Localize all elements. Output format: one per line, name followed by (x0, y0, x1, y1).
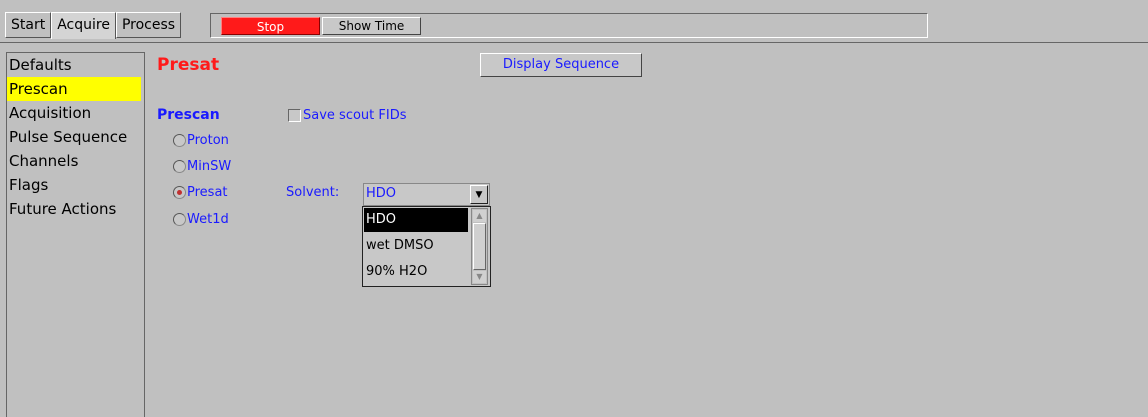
tab-start[interactable]: Start (5, 12, 52, 38)
tab-process[interactable]: Process (115, 12, 182, 38)
show-time-button[interactable]: Show Time (322, 17, 421, 35)
tab-acquire[interactable]: Acquire (51, 12, 116, 39)
save-scout-checkbox[interactable] (288, 109, 301, 122)
radio-wet1d[interactable]: Wet1d (173, 212, 229, 227)
sidebar-item-prescan[interactable]: Prescan (7, 77, 141, 101)
display-sequence-button[interactable]: Display Sequence (480, 53, 642, 77)
main-tabs: Start Acquire Process (5, 12, 182, 39)
radio-proton-icon[interactable] (173, 134, 186, 147)
sidebar-item-future-actions[interactable]: Future Actions (7, 197, 144, 221)
scroll-up-icon[interactable]: ▲ (473, 210, 486, 222)
top-bar: Start Acquire Process Stop Show Time (0, 0, 1148, 42)
radio-label: Wet1d (187, 212, 229, 227)
prescan-heading: Prescan (157, 107, 220, 123)
dropdown-option-wet-dmso[interactable]: wet DMSO (364, 234, 468, 258)
solvent-label: Solvent: (286, 185, 340, 200)
radio-presat-icon[interactable] (173, 186, 186, 199)
toolbar-strip: Stop Show Time (210, 13, 928, 38)
radio-wet1d-icon[interactable] (173, 213, 186, 226)
save-scout-label: Save scout FIDs (303, 108, 407, 123)
page-title: Presat (157, 55, 220, 75)
solvent-select-value: HDO (366, 186, 397, 201)
radio-label: MinSW (187, 159, 232, 174)
radio-minsw[interactable]: MinSW (173, 159, 231, 174)
scroll-thumb[interactable] (473, 223, 486, 270)
divider (0, 42, 1148, 43)
radio-label: Presat (187, 185, 228, 200)
stop-button[interactable]: Stop (221, 17, 320, 35)
main-panel: Presat Display Sequence Prescan Save sco… (146, 52, 1148, 417)
chevron-down-icon[interactable]: ▼ (470, 185, 488, 204)
save-scout-checkbox-row[interactable]: Save scout FIDs (288, 108, 406, 123)
dropdown-scrollbar[interactable]: ▲ ▼ (471, 208, 488, 285)
radio-label: Proton (187, 133, 229, 148)
dropdown-option-hdo[interactable]: HDO (364, 208, 468, 232)
sidebar-item-flags[interactable]: Flags (7, 173, 144, 197)
radio-presat[interactable]: Presat (173, 185, 228, 200)
dropdown-option-90-h2o[interactable]: 90% H2O (364, 260, 468, 284)
solvent-dropdown-list: HDO wet DMSO 90% H2O ▲ ▼ (362, 206, 491, 287)
sidebar-item-pulse-sequence[interactable]: Pulse Sequence (7, 125, 144, 149)
sidebar: Defaults Prescan Acquisition Pulse Seque… (6, 52, 145, 417)
scroll-down-icon[interactable]: ▼ (473, 271, 486, 283)
sidebar-item-channels[interactable]: Channels (7, 149, 144, 173)
sidebar-item-defaults[interactable]: Defaults (7, 53, 144, 77)
radio-proton[interactable]: Proton (173, 133, 229, 148)
radio-minsw-icon[interactable] (173, 160, 186, 173)
sidebar-item-acquisition[interactable]: Acquisition (7, 101, 144, 125)
solvent-select[interactable]: HDO ▼ (363, 183, 490, 206)
